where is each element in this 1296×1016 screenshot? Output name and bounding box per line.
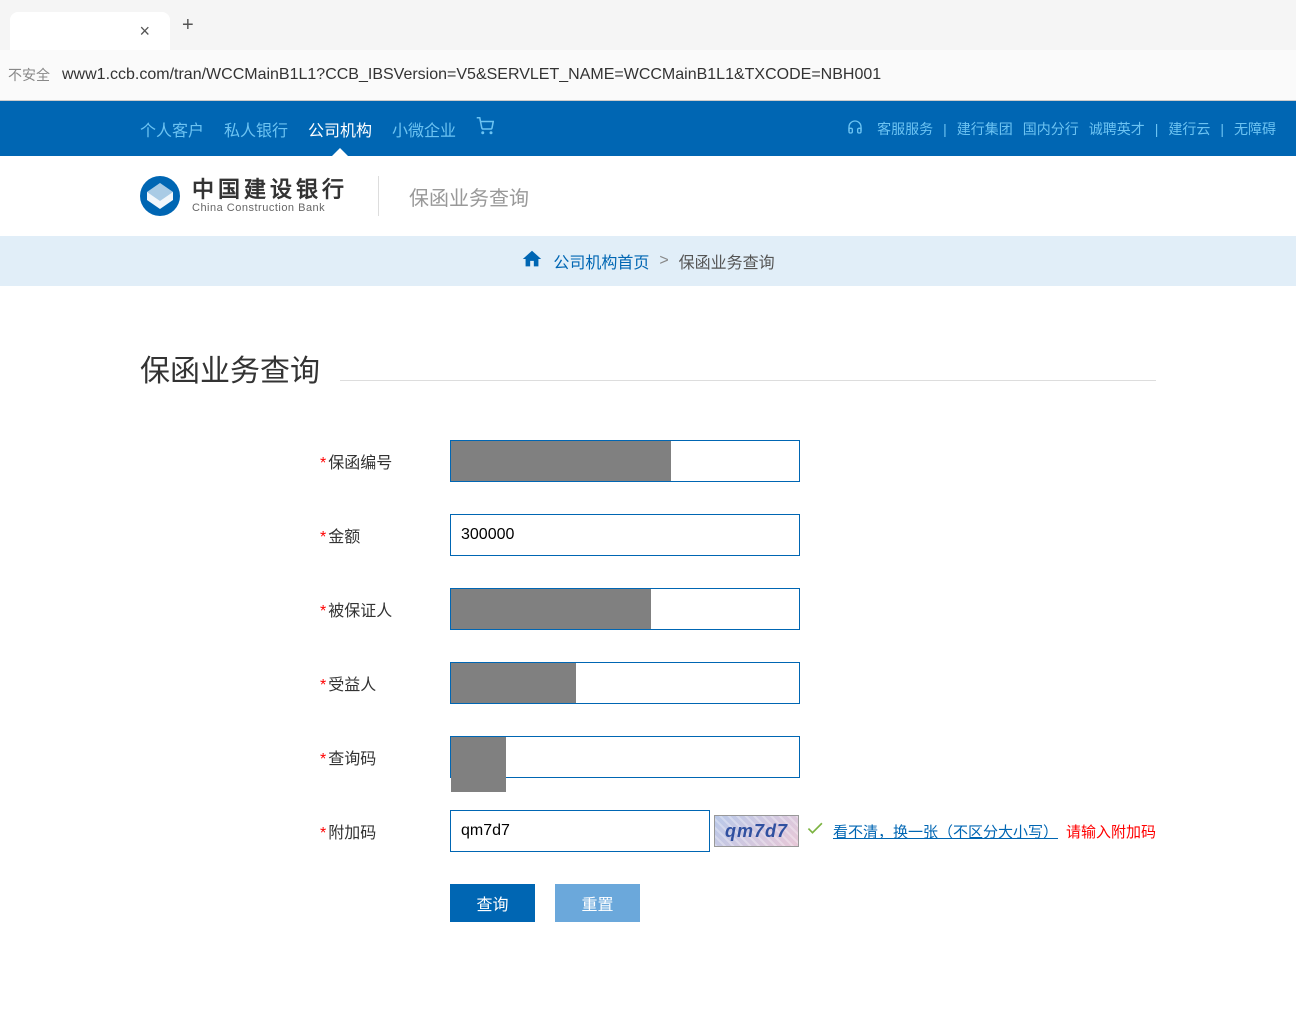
new-tab-icon[interactable]: + bbox=[182, 14, 194, 37]
nav-accessibility[interactable]: 无障碍 bbox=[1234, 119, 1276, 139]
breadcrumb-current: 保函业务查询 bbox=[679, 249, 775, 273]
divider bbox=[378, 176, 379, 216]
tab-bar: × + bbox=[0, 0, 1296, 50]
amount-input[interactable] bbox=[450, 514, 800, 556]
row-amount: *金额 bbox=[320, 514, 1156, 556]
home-icon bbox=[521, 248, 543, 275]
row-captcha: *附加码 qm7d7 看不清，换一张（不区分大小写） 请输入附加码 bbox=[320, 810, 1156, 852]
breadcrumb: 公司机构首页 > 保函业务查询 bbox=[0, 236, 1296, 286]
nav-corporate[interactable]: 公司机构 bbox=[308, 117, 372, 141]
logo-icon bbox=[140, 176, 180, 216]
tab-close-icon[interactable]: × bbox=[139, 21, 150, 42]
nav-left: 个人客户 私人银行 公司机构 小微企业 bbox=[140, 117, 494, 141]
page-title: 保函业务查询 bbox=[140, 346, 1156, 390]
label-guaranteed-party: 被保证人 bbox=[328, 603, 392, 620]
cart-icon[interactable] bbox=[476, 117, 494, 140]
breadcrumb-sep: > bbox=[659, 252, 668, 270]
query-form: *保函编号 *金额 *被保证人 *受益人 bbox=[320, 440, 1156, 922]
nav-cloud[interactable]: 建行云 bbox=[1168, 119, 1210, 139]
logo-cn-text: 中国建设银行 bbox=[192, 178, 348, 202]
nav-group[interactable]: 建行集团 bbox=[957, 119, 1013, 139]
captcha-hint: 请输入附加码 bbox=[1066, 821, 1156, 842]
redacted-overlay bbox=[451, 441, 671, 481]
label-beneficiary: 受益人 bbox=[328, 677, 376, 694]
row-query-code: *查询码 bbox=[320, 736, 1156, 778]
nav-private[interactable]: 私人银行 bbox=[224, 117, 288, 141]
label-guarantee-no: 保函编号 bbox=[328, 455, 392, 472]
top-nav: 个人客户 私人银行 公司机构 小微企业 客服服务 | 建行集团 国内分行 诚聘英… bbox=[0, 101, 1296, 156]
breadcrumb-home[interactable]: 公司机构首页 bbox=[553, 249, 649, 273]
redacted-overlay bbox=[451, 663, 576, 703]
page-name: 保函业务查询 bbox=[409, 182, 529, 211]
nav-sme[interactable]: 小微企业 bbox=[392, 117, 456, 141]
nav-careers[interactable]: 诚聘英才 bbox=[1089, 119, 1145, 139]
nav-service[interactable]: 客服服务 bbox=[877, 119, 933, 139]
main-content: 保函业务查询 *保函编号 *金额 *被保证人 *受益人 bbox=[0, 286, 1296, 1014]
reset-button[interactable]: 重置 bbox=[555, 884, 640, 922]
captcha-refresh-link[interactable]: 看不清，换一张（不区分大小写） bbox=[833, 821, 1058, 842]
logo-bar: 中国建设银行 China Construction Bank 保函业务查询 bbox=[0, 156, 1296, 236]
insecure-badge: 不安全 bbox=[8, 65, 50, 85]
address-bar: 不安全 www1.ccb.com/tran/WCCMainB1L1?CCB_IB… bbox=[0, 50, 1296, 100]
submit-button[interactable]: 查询 bbox=[450, 884, 535, 922]
browser-tab[interactable]: × bbox=[10, 12, 170, 50]
redacted-overlay bbox=[451, 589, 651, 629]
label-captcha: 附加码 bbox=[328, 825, 376, 842]
headset-icon bbox=[847, 119, 863, 138]
row-guarantee-no: *保函编号 bbox=[320, 440, 1156, 482]
check-icon bbox=[805, 818, 825, 844]
redacted-overlay bbox=[451, 737, 506, 792]
url-text[interactable]: www1.ccb.com/tran/WCCMainB1L1?CCB_IBSVer… bbox=[62, 66, 881, 84]
nav-personal[interactable]: 个人客户 bbox=[140, 117, 204, 141]
row-beneficiary: *受益人 bbox=[320, 662, 1156, 704]
logo[interactable]: 中国建设银行 China Construction Bank bbox=[140, 176, 348, 216]
row-buttons: 查询 重置 bbox=[320, 884, 1156, 922]
captcha-input[interactable] bbox=[450, 810, 710, 852]
row-guaranteed-party: *被保证人 bbox=[320, 588, 1156, 630]
logo-en-text: China Construction Bank bbox=[192, 202, 348, 214]
nav-right: 客服服务 | 建行集团 国内分行 诚聘英才 | 建行云 | 无障碍 bbox=[847, 119, 1276, 139]
browser-chrome: × + 不安全 www1.ccb.com/tran/WCCMainB1L1?CC… bbox=[0, 0, 1296, 101]
label-amount: 金额 bbox=[328, 529, 360, 546]
captcha-image[interactable]: qm7d7 bbox=[714, 815, 799, 847]
label-query-code: 查询码 bbox=[328, 751, 376, 768]
nav-branches[interactable]: 国内分行 bbox=[1023, 119, 1079, 139]
